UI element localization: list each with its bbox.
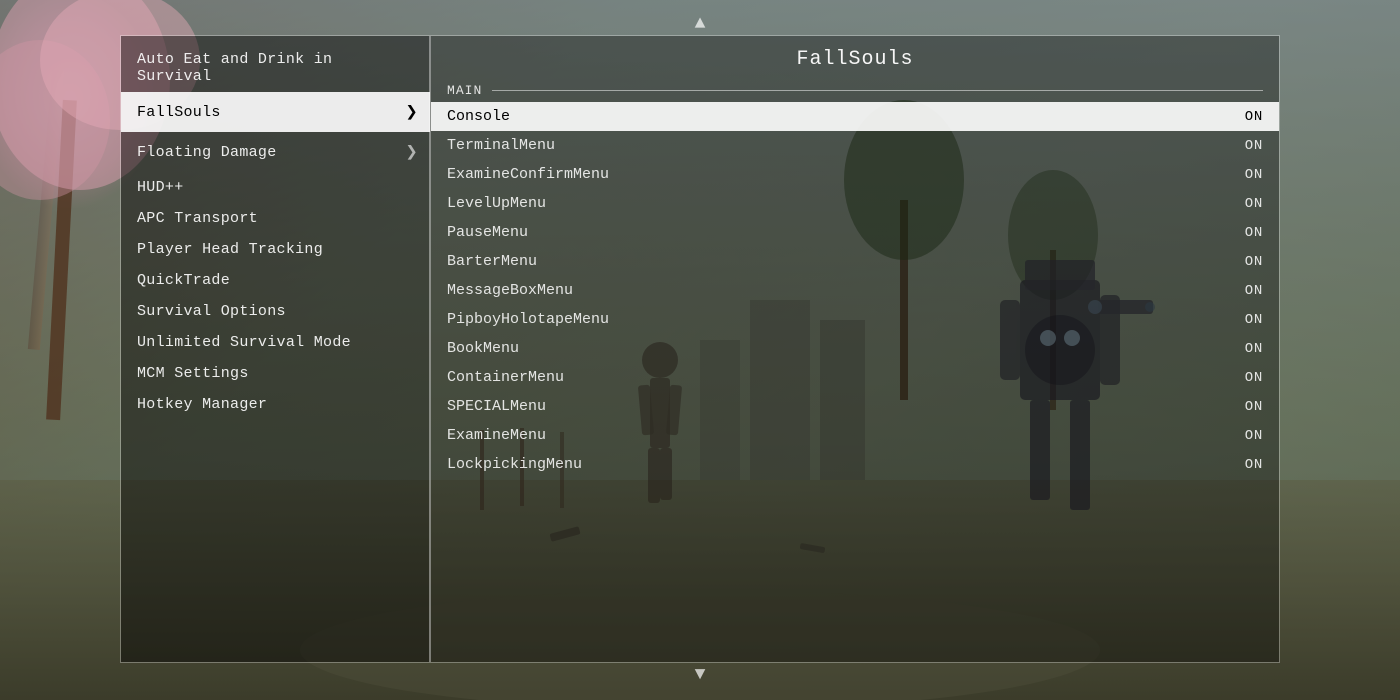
scroll-down-arrow[interactable]: ▼ [695, 665, 706, 685]
right-item-value: ON [1245, 457, 1263, 473]
left-menu-item-fallsouls[interactable]: FallSouls ❯ [121, 92, 430, 132]
right-item-value: ON [1245, 167, 1263, 183]
right-item-value: ON [1245, 341, 1263, 357]
menu-item-label: FallSouls [137, 104, 221, 121]
menu-item-label: Hotkey Manager [137, 396, 267, 413]
right-item-value: ON [1245, 312, 1263, 328]
right-item-value: ON [1245, 138, 1263, 154]
right-item-label: MessageBoxMenu [447, 282, 1245, 299]
scroll-top[interactable]: ▲ [120, 15, 1280, 33]
right-item-label: TerminalMenu [447, 137, 1245, 154]
left-menu-list: Auto Eat and Drink in Survival FallSouls ❯… [121, 44, 430, 420]
right-menu-item-pipboy-holotape-menu[interactable]: PipboyHolotapeMenuON [431, 305, 1279, 334]
left-panel: Auto Eat and Drink in Survival FallSouls ❯… [121, 36, 431, 662]
right-item-label: ExamineConfirmMenu [447, 166, 1245, 183]
menu-item-label: Auto Eat and Drink in Survival [137, 51, 414, 85]
right-item-label: ContainerMenu [447, 369, 1245, 386]
left-menu-item-hudpp[interactable]: HUD++ [121, 172, 430, 203]
right-item-label: BookMenu [447, 340, 1245, 357]
right-menu-item-special-menu[interactable]: SPECIALMenuON [431, 392, 1279, 421]
right-item-label: ExamineMenu [447, 427, 1245, 444]
menu-item-label: APC Transport [137, 210, 258, 227]
left-menu-item-player-head-tracking[interactable]: Player Head Tracking [121, 234, 430, 265]
right-menu-item-console[interactable]: ConsoleON [431, 102, 1279, 131]
section-header: MAIN [431, 79, 1279, 102]
right-item-value: ON [1245, 283, 1263, 299]
right-item-value: ON [1245, 109, 1263, 125]
scroll-bottom[interactable]: ▼ [120, 665, 1280, 685]
left-menu-item-floating-damage[interactable]: Floating Damage ❯ [121, 132, 430, 172]
right-item-label: BarterMenu [447, 253, 1245, 270]
right-item-label: LevelUpMenu [447, 195, 1245, 212]
menu-item-label: HUD++ [137, 179, 184, 196]
left-menu-item-survival-options[interactable]: Survival Options [121, 296, 430, 327]
right-item-value: ON [1245, 428, 1263, 444]
menu-item-arrow-icon: ❯ [406, 139, 418, 165]
left-menu-item-unlimited-survival[interactable]: Unlimited Survival Mode [121, 327, 430, 358]
menu-overlay: ▲ Auto Eat and Drink in Survival FallSoul… [120, 15, 1280, 685]
menu-item-label: Survival Options [137, 303, 286, 320]
right-menu-list: ConsoleONTerminalMenuONExamineConfirmMen… [431, 102, 1279, 479]
right-menu-item-container-menu[interactable]: ContainerMenuON [431, 363, 1279, 392]
left-menu-item-auto-eat[interactable]: Auto Eat and Drink in Survival [121, 44, 430, 92]
right-item-label: Console [447, 108, 1245, 125]
right-item-value: ON [1245, 399, 1263, 415]
menu-item-label: MCM Settings [137, 365, 249, 382]
right-menu-item-barter-menu[interactable]: BarterMenuON [431, 247, 1279, 276]
menu-item-label: Unlimited Survival Mode [137, 334, 351, 351]
right-item-label: PipboyHolotapeMenu [447, 311, 1245, 328]
right-menu-item-terminal-menu[interactable]: TerminalMenuON [431, 131, 1279, 160]
menu-item-label: Player Head Tracking [137, 241, 323, 258]
right-item-label: PauseMenu [447, 224, 1245, 241]
left-menu-item-hotkey-manager[interactable]: Hotkey Manager [121, 389, 430, 420]
right-menu-item-message-box-menu[interactable]: MessageBoxMenuON [431, 276, 1279, 305]
left-menu-item-quicktrade[interactable]: QuickTrade [121, 265, 430, 296]
panel-title: FallSouls [431, 36, 1279, 79]
right-menu-item-examine-menu[interactable]: ExamineMenuON [431, 421, 1279, 450]
left-menu-item-apc-transport[interactable]: APC Transport [121, 203, 430, 234]
right-item-value: ON [1245, 225, 1263, 241]
right-item-label: SPECIALMenu [447, 398, 1245, 415]
left-menu-item-mcm-settings[interactable]: MCM Settings [121, 358, 430, 389]
right-item-label: LockpickingMenu [447, 456, 1245, 473]
menu-content: Auto Eat and Drink in Survival FallSouls ❯… [120, 35, 1280, 663]
right-menu-item-level-up-menu[interactable]: LevelUpMenuON [431, 189, 1279, 218]
menu-item-label: QuickTrade [137, 272, 230, 289]
menu-item-label: Floating Damage [137, 144, 277, 161]
right-item-value: ON [1245, 370, 1263, 386]
right-item-value: ON [1245, 254, 1263, 270]
right-item-value: ON [1245, 196, 1263, 212]
menu-item-arrow-icon: ❯ [406, 99, 418, 125]
right-panel: FallSouls MAIN ConsoleONTerminalMenuONEx… [431, 36, 1279, 662]
right-menu-item-pause-menu[interactable]: PauseMenuON [431, 218, 1279, 247]
right-menu-item-lockpicking-menu[interactable]: LockpickingMenuON [431, 450, 1279, 479]
right-menu-item-book-menu[interactable]: BookMenuON [431, 334, 1279, 363]
right-menu-item-examine-confirm-menu[interactable]: ExamineConfirmMenuON [431, 160, 1279, 189]
scroll-up-arrow[interactable]: ▲ [695, 15, 706, 33]
